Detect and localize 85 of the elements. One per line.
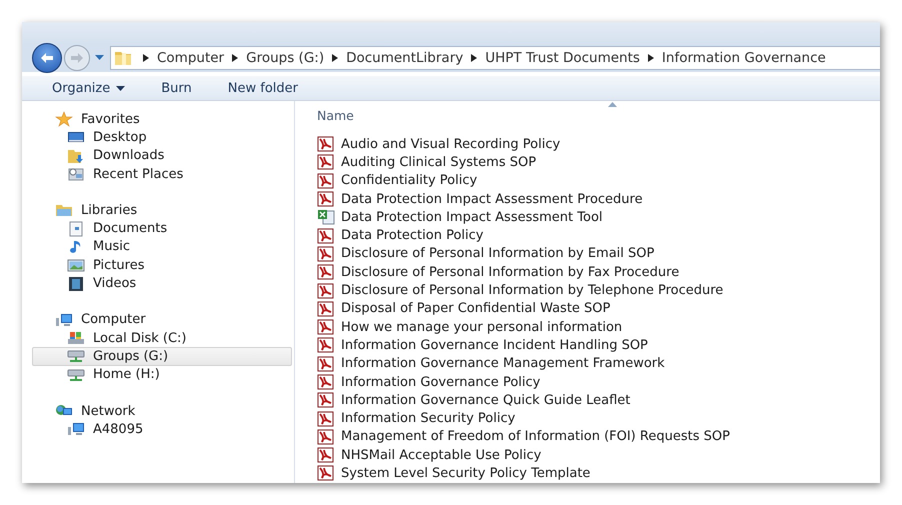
sidebar-icon [55, 202, 73, 218]
pdf-icon [317, 410, 335, 427]
history-dropdown-icon[interactable] [95, 55, 104, 61]
chevron-icon[interactable] [332, 54, 338, 62]
file-item[interactable]: Management of Freedom of Information (FOI) Requests SOP [317, 428, 730, 446]
file-item[interactable]: Disclosure of Personal Information by Fax Procedure [317, 263, 680, 282]
sidebar-icon [67, 366, 85, 383]
sidebar-item[interactable]: Videos [32, 274, 292, 293]
back-button[interactable] [32, 43, 62, 73]
sidebar-item[interactable]: Groups (G:) [32, 347, 292, 366]
pdf-icon [317, 282, 335, 299]
pdf-icon [317, 154, 335, 170]
pdf-icon [317, 392, 335, 408]
sidebar-item[interactable]: Recent Places [32, 164, 292, 184]
sidebar-item[interactable]: Libraries [32, 201, 292, 220]
breadcrumb[interactable]: Groups (G:) [246, 50, 324, 66]
sidebar-icon [55, 111, 73, 128]
file-item[interactable]: Audio and Visual Recording Policy [317, 135, 560, 154]
sidebar-icon [67, 330, 85, 346]
column-header[interactable]: Name [317, 108, 354, 122]
sidebar-icon [67, 220, 85, 237]
file-item[interactable]: How we manage your personal information [317, 318, 622, 336]
sidebar-item[interactable]: Computer [32, 310, 292, 329]
file-item[interactable]: Auditing Clinical Systems SOP [317, 153, 536, 172]
file-item[interactable]: Information Governance Management Framework [317, 354, 665, 373]
pdf-icon [317, 356, 335, 372]
pdf-icon [317, 264, 335, 280]
file-item[interactable]: Data Protection Impact Assessment Procedure [317, 190, 643, 208]
sidebar-icon [67, 421, 85, 438]
file-item[interactable]: System Level Security Policy Template [317, 464, 590, 483]
pdf-icon [317, 428, 335, 445]
address-bar[interactable]: Computer Groups (G:) DocumentLibrary UHPT Trust Documents Information Governance [110, 46, 880, 70]
pdf-icon [317, 447, 335, 464]
pdf-icon [317, 136, 335, 152]
sidebar-item[interactable]: Desktop [32, 128, 292, 147]
pdf-icon [317, 337, 335, 354]
sidebar-icon [67, 166, 85, 182]
file-item[interactable]: Disposal of Paper Confidential Waste SOP [317, 300, 610, 318]
chevron-icon[interactable] [648, 54, 654, 62]
pdf-icon [317, 319, 335, 336]
pdf-icon [317, 374, 335, 390]
breadcrumb[interactable]: Information Governance [662, 50, 826, 66]
sidebar-item[interactable]: Favorites [32, 110, 292, 128]
file-item[interactable]: Disclosure of Personal Information by Telephone Procedure [317, 281, 724, 300]
chevron-icon[interactable] [143, 54, 149, 62]
pdf-icon [317, 300, 335, 317]
toolbar-button[interactable]: Burn [153, 78, 200, 98]
sidebar-item[interactable]: A48095 [32, 420, 292, 438]
caret-icon [116, 86, 126, 90]
sidebar-icon [55, 312, 73, 328]
toolbar-button[interactable]: New folder [220, 78, 306, 98]
forward-arrow-icon [70, 52, 84, 64]
spreadsheet-icon [317, 209, 335, 226]
sidebar-icon [67, 148, 85, 164]
sidebar-icon [67, 257, 85, 274]
file-item[interactable]: Data Protection Policy [317, 226, 484, 245]
file-item[interactable]: Information Governance Incident Handling SOP [317, 336, 648, 355]
breadcrumb[interactable]: UHPT Trust Documents [485, 50, 640, 66]
sidebar-item[interactable]: Downloads [32, 146, 292, 165]
sidebar-item[interactable]: Home (H:) [32, 366, 292, 384]
chevron-icon[interactable] [232, 54, 238, 62]
breadcrumb[interactable]: DocumentLibrary [346, 50, 464, 66]
file-item[interactable]: Data Protection Impact Assessment Tool [317, 208, 603, 226]
file-item[interactable]: Confidentiality Policy [317, 172, 478, 190]
breadcrumb[interactable]: Computer [157, 50, 224, 66]
sidebar-item[interactable]: Music [32, 238, 292, 256]
file-item[interactable]: NHSMail Acceptable Use Policy [317, 446, 542, 464]
sidebar-icon [67, 276, 85, 292]
sidebar-item[interactable]: Pictures [32, 256, 292, 274]
sidebar-item[interactable]: Documents [32, 219, 292, 238]
file-item[interactable]: Information Governance Policy [317, 372, 540, 392]
back-arrow-icon [40, 52, 54, 64]
pdf-icon [317, 228, 335, 244]
pdf-icon [317, 246, 335, 262]
folder-icon [114, 50, 132, 66]
toolbar-button[interactable]: Organize [44, 78, 134, 98]
pdf-icon [317, 172, 335, 189]
sidebar-icon [67, 348, 85, 364]
chevron-icon[interactable] [471, 54, 478, 62]
sidebar-item[interactable]: Network [32, 402, 292, 420]
file-item[interactable]: Information Security Policy [317, 409, 516, 428]
pdf-icon [317, 191, 335, 208]
file-item[interactable]: Disclosure of Personal Information by Email SOP [317, 244, 654, 264]
sidebar-item[interactable]: Local Disk (C:) [32, 328, 292, 348]
file-item[interactable]: Information Governance Quick Guide Leaflet [317, 391, 630, 410]
